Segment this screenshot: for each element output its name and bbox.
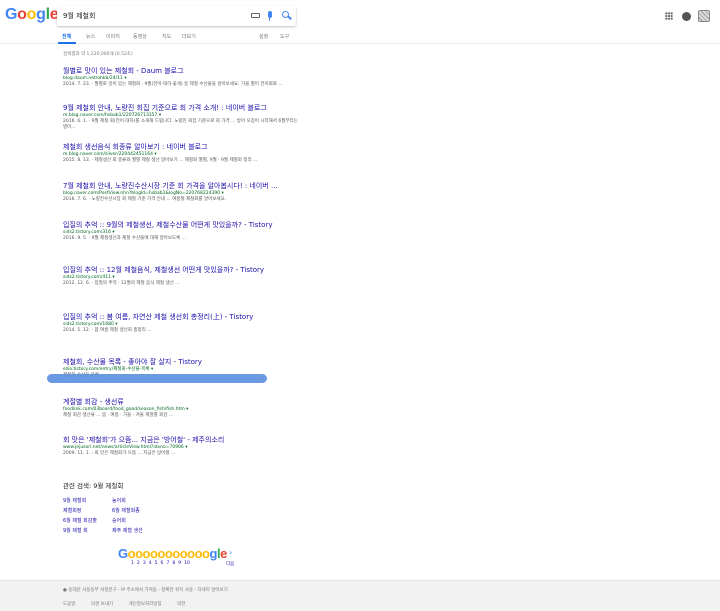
tab-all[interactable]: 전체 bbox=[62, 33, 71, 40]
search-result: 9월 제철회 안내, 노량진 회집 기준으로 회 가격 소개! : 네이버 블로… bbox=[63, 104, 303, 131]
search-box bbox=[57, 6, 296, 26]
result-snippet: 2015. 8. 13. · 제철생선 회 종류와 월별 제철 생선 알아보기 … bbox=[63, 158, 258, 163]
result-title[interactable]: 제철회 생선음식 회종류 알아보기 : 네이버 블로그 bbox=[63, 143, 303, 152]
next-page-link[interactable]: 다음 bbox=[226, 561, 234, 567]
footer-link-terms[interactable]: 약관 bbox=[177, 602, 185, 607]
footer-location: ● 동대문 사동동부 서정문구 · IP 주소에서 가져옴 · 정확한 위치 사… bbox=[63, 588, 228, 593]
search-icon[interactable] bbox=[282, 11, 289, 18]
footer: ● 동대문 사동동부 서정문구 · IP 주소에서 가져옴 · 정확한 위치 사… bbox=[0, 580, 720, 611]
tab-videos[interactable]: 동영상 bbox=[133, 33, 147, 40]
result-stats: 검색결과 약 1,220,000개 (0.52초) bbox=[63, 52, 133, 57]
footer-link-feedback[interactable]: 의견 보내기 bbox=[91, 602, 113, 607]
tab-news[interactable]: 뉴스 bbox=[86, 33, 95, 40]
search-input[interactable] bbox=[63, 9, 243, 23]
search-result: 입질의 추억 :: 12월 제철음식, 제철생선 어떤게 맛있을까? - Tis… bbox=[63, 266, 303, 287]
related-search-link[interactable]: 제주 제철 생선 bbox=[112, 527, 143, 534]
result-snippet: 2016. 6. 1. · 9월 제철 회(전어·대하)를 소개해 드립니다. … bbox=[63, 119, 298, 130]
footer-links: 도움말 의견 보내기 개인정보처리방침 약관 bbox=[63, 601, 199, 607]
search-result: 제철회 생선음식 회종류 알아보기 : 네이버 블로그 m.blog.naver… bbox=[63, 143, 303, 164]
tabs-bar: 전체 뉴스 이미지 동영상 지도 더보기 설정 도구 bbox=[0, 30, 720, 44]
header: Google bbox=[0, 0, 720, 30]
search-result: 월별로 맛이 있는 제철회 - Daum 블로그 blog.daum.net/o… bbox=[63, 67, 303, 88]
related-search-link[interactable]: 숭어회 bbox=[112, 517, 126, 524]
related-search-link[interactable]: 제철회정 bbox=[63, 507, 81, 514]
tab-maps[interactable]: 지도 bbox=[162, 33, 171, 40]
result-snippet: 2014. 5. 12. · 봄 여름 제철 생선회 총정리 ... bbox=[63, 328, 152, 333]
footer-link-privacy[interactable]: 개인정보처리방침 bbox=[128, 602, 161, 607]
avatar[interactable] bbox=[698, 10, 710, 22]
search-result: 입질의 추억 :: 봄 여름, 자연산 제철 생선회 총정리(上) - Tist… bbox=[63, 313, 303, 334]
google-logo[interactable]: Google bbox=[5, 6, 59, 24]
notifications-icon[interactable] bbox=[682, 12, 691, 21]
result-snippet: 2014. 7. 23. · 월별로 맛이 있는 제철회 · 9월(전어·대하·… bbox=[63, 82, 283, 87]
related-searches-title: 관련 검색: 9월 제철회 bbox=[63, 482, 124, 490]
result-title[interactable]: 입질의 추억 :: 12월 제철음식, 제철생선 어떤게 맛있을까? - Tis… bbox=[63, 266, 303, 275]
pager-logo: Gooooooooooogle bbox=[118, 546, 227, 561]
search-result: 계절별 회감 - 생선류 foodlink.com/03board/food_g… bbox=[63, 398, 303, 419]
result-title[interactable]: 9월 제철회 안내, 노량진 회집 기준으로 회 가격 소개! : 네이버 블로… bbox=[63, 104, 303, 113]
result-title[interactable]: 계절별 회감 - 생선류 bbox=[63, 398, 303, 407]
tab-tools[interactable]: 도구 bbox=[280, 33, 289, 40]
search-result: 7월 제철회 안내, 노량진수산시장 기준 회 가격을 알아봅시다! : 네이버… bbox=[63, 182, 303, 203]
result-snippet: 제철 회감 생선류 ... 봄 · 여름 · 가을 · 겨울 계절별 회감 ..… bbox=[63, 413, 174, 418]
result-title[interactable]: 입질의 추억 :: 9월의 제철생선, 제철수산물 어떤게 맛있을까? - Ti… bbox=[63, 221, 303, 230]
result-title[interactable]: 7월 제철회 안내, 노량진수산시장 기준 회 가격을 알아봅시다! : 네이버… bbox=[63, 182, 303, 191]
related-search-link[interactable]: 농어회 bbox=[112, 497, 126, 504]
result-title[interactable]: 입질의 추억 :: 봄 여름, 자연산 제철 생선회 총정리(上) - Tist… bbox=[63, 313, 303, 322]
result-title[interactable]: 제철회, 수산물 목록 - 좋아야 잘 살지 - Tistory bbox=[63, 358, 303, 367]
related-search-link[interactable]: 6월 제철회종 bbox=[112, 507, 140, 514]
result-snippet: 2009. 11. 1. · 회 맛은 제철회가 으뜸 ... 지금은 방어철 … bbox=[63, 451, 176, 456]
keyboard-icon[interactable] bbox=[251, 13, 260, 18]
result-title[interactable]: 회 맛은 '제철회'가 으뜸... 지금은 '방어철' - 제주의소리 bbox=[63, 436, 303, 445]
result-title[interactable]: 월별로 맛이 있는 제철회 - Daum 블로그 bbox=[63, 67, 303, 76]
related-search-link[interactable]: 9월 제철회 bbox=[63, 497, 86, 504]
related-search-link[interactable]: 9월 제철 회 bbox=[63, 527, 88, 534]
chevron-right-icon[interactable]: › bbox=[229, 548, 232, 557]
pagination: Gooooooooooogle › 1 2 3 4 5 6 7 8 9 10 다… bbox=[118, 546, 248, 572]
tab-more[interactable]: 더보기 bbox=[182, 33, 196, 40]
mic-icon[interactable] bbox=[268, 11, 272, 21]
apps-icon[interactable] bbox=[665, 12, 673, 20]
page-numbers[interactable]: 1 2 3 4 5 6 7 8 9 10 bbox=[131, 561, 190, 566]
redaction-bar bbox=[47, 374, 267, 383]
result-snippet: 2016. 7. 6. · 노량진수산시장 회 제철 기준 가격 안내 ... … bbox=[63, 197, 227, 202]
result-snippet: 2012. 12. 6. · 입질의 추억 · 12월의 제철 음식 제철 생선… bbox=[63, 281, 180, 286]
tab-settings[interactable]: 설정 bbox=[259, 33, 268, 40]
search-result: 입질의 추억 :: 9월의 제철생선, 제철수산물 어떤게 맛있을까? - Ti… bbox=[63, 221, 303, 242]
active-tab-underline bbox=[58, 42, 76, 44]
tab-images[interactable]: 이미지 bbox=[106, 33, 120, 40]
result-snippet: 2016. 9. 5. · 9월 제철생선과 제철 수산물에 대해 알아보도록 … bbox=[63, 236, 187, 241]
related-search-link[interactable]: 6월 제철 회감출 bbox=[63, 517, 97, 524]
footer-link-help[interactable]: 도움말 bbox=[63, 602, 75, 607]
search-result: 회 맛은 '제철회'가 으뜸... 지금은 '방어철' - 제주의소리 www.… bbox=[63, 436, 303, 457]
